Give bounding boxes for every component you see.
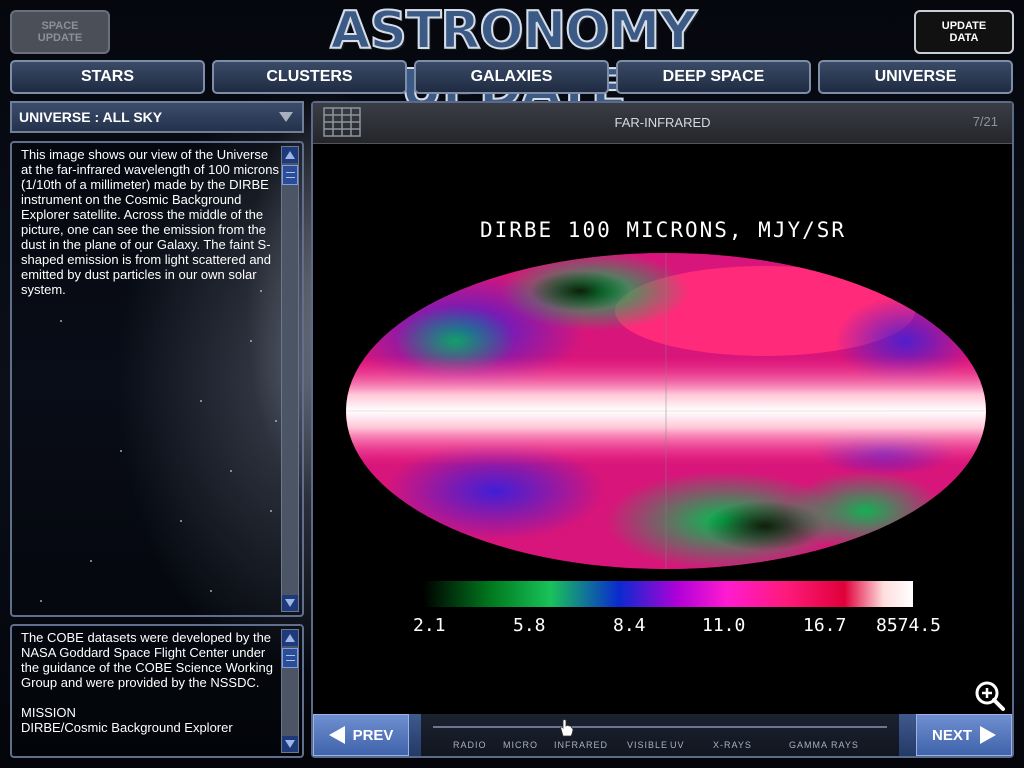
category-select-value: UNIVERSE : ALL SKY: [19, 109, 163, 125]
color-scale-label: 11.0: [702, 615, 746, 636]
scroll-down-button[interactable]: [282, 736, 298, 752]
tab-galaxies[interactable]: GALAXIES: [414, 60, 609, 94]
scroll-thumb[interactable]: [282, 648, 298, 668]
tab-label: GALAXIES: [470, 68, 553, 85]
description-scrollbar[interactable]: [281, 146, 299, 612]
slider-track: [433, 726, 887, 728]
map-title: DIRBE 100 MICRONS, MJY/SR: [479, 218, 847, 242]
next-arrow-icon: [980, 726, 996, 744]
scroll-down-button[interactable]: [282, 595, 298, 611]
color-scale-label: 8.4: [613, 615, 646, 636]
prev-arrow-icon: [328, 726, 345, 744]
scroll-up-button[interactable]: [282, 630, 298, 646]
app-title: ASTRONOMY UPDATE: [329, 1, 698, 119]
tab-universe[interactable]: UNIVERSE: [818, 60, 1013, 94]
spectrum-slider[interactable]: RADIO MICRO INFRARED VISIBLE UV X-RAYS G…: [421, 714, 899, 756]
color-scale-label: 5.8: [513, 615, 546, 636]
update-data-label: UPDATE DATA: [941, 20, 987, 44]
prev-button[interactable]: PREV: [313, 714, 409, 756]
chevron-down-icon: [285, 599, 295, 607]
spectrum-label-selected[interactable]: INFRARED: [554, 740, 608, 750]
zoom-in-icon[interactable]: [974, 680, 1006, 712]
tab-label: CLUSTERS: [266, 68, 353, 85]
prev-label: PREV: [352, 726, 394, 744]
chevron-down-icon: [285, 740, 295, 748]
viewer-footer: PREV RADIO MICRO INFRARED VISIBLE UV X-R…: [313, 714, 1012, 756]
next-button[interactable]: NEXT: [916, 714, 1012, 756]
dropdown-arrow-icon: [279, 112, 293, 122]
viewer-header: FAR-INFRARED 7/21: [313, 103, 1012, 144]
scroll-up-button[interactable]: [282, 147, 298, 163]
spectrum-label[interactable]: GAMMA RAYS: [789, 740, 859, 750]
space-update-label: SPACE UPDATE: [37, 20, 83, 44]
spectrum-label[interactable]: UV: [670, 740, 685, 750]
tab-deep-space[interactable]: DEEP SPACE: [616, 60, 811, 94]
image-title: FAR-INFRARED: [614, 115, 711, 130]
color-scale-label: 8574.5: [876, 615, 942, 636]
tab-label: DEEP SPACE: [662, 68, 765, 85]
spectrum-label[interactable]: VISIBLE: [627, 740, 668, 750]
spectrum-label[interactable]: MICRO: [503, 740, 538, 750]
description-text: This image shows our view of the Univers…: [21, 147, 279, 297]
update-data-button[interactable]: UPDATE DATA: [914, 10, 1014, 54]
hand-cursor-icon[interactable]: [558, 719, 574, 737]
color-scale-bar: [423, 581, 913, 607]
tab-clusters[interactable]: CLUSTERS: [212, 60, 407, 94]
category-select[interactable]: UNIVERSE : ALL SKY: [10, 101, 304, 133]
all-sky-map-image: [346, 253, 986, 569]
color-scale-label: 16.7: [803, 615, 847, 636]
color-scale-label: 2.1: [413, 615, 446, 636]
credits-scrollbar[interactable]: [281, 629, 299, 753]
description-panel: This image shows our view of the Univers…: [10, 141, 304, 617]
scroll-thumb[interactable]: [282, 165, 298, 185]
space-update-button[interactable]: SPACE UPDATE: [10, 10, 110, 54]
image-viewer: FAR-INFRARED 7/21 DIRBE 100 MICRONS, MJY…: [311, 101, 1014, 758]
credits-panel: The COBE datasets were developed by the …: [10, 624, 304, 758]
credits-text: The COBE datasets were developed by the …: [21, 630, 273, 735]
tab-stars[interactable]: STARS: [10, 60, 205, 94]
spectrum-label[interactable]: X-RAYS: [713, 740, 752, 750]
image-counter: 7/21: [972, 114, 998, 129]
chevron-up-icon: [285, 151, 295, 159]
spectrum-label[interactable]: RADIO: [453, 740, 487, 750]
tab-label: UNIVERSE: [874, 68, 957, 85]
tab-label: STARS: [80, 68, 135, 85]
next-label: NEXT: [931, 726, 972, 744]
chevron-up-icon: [285, 634, 295, 642]
